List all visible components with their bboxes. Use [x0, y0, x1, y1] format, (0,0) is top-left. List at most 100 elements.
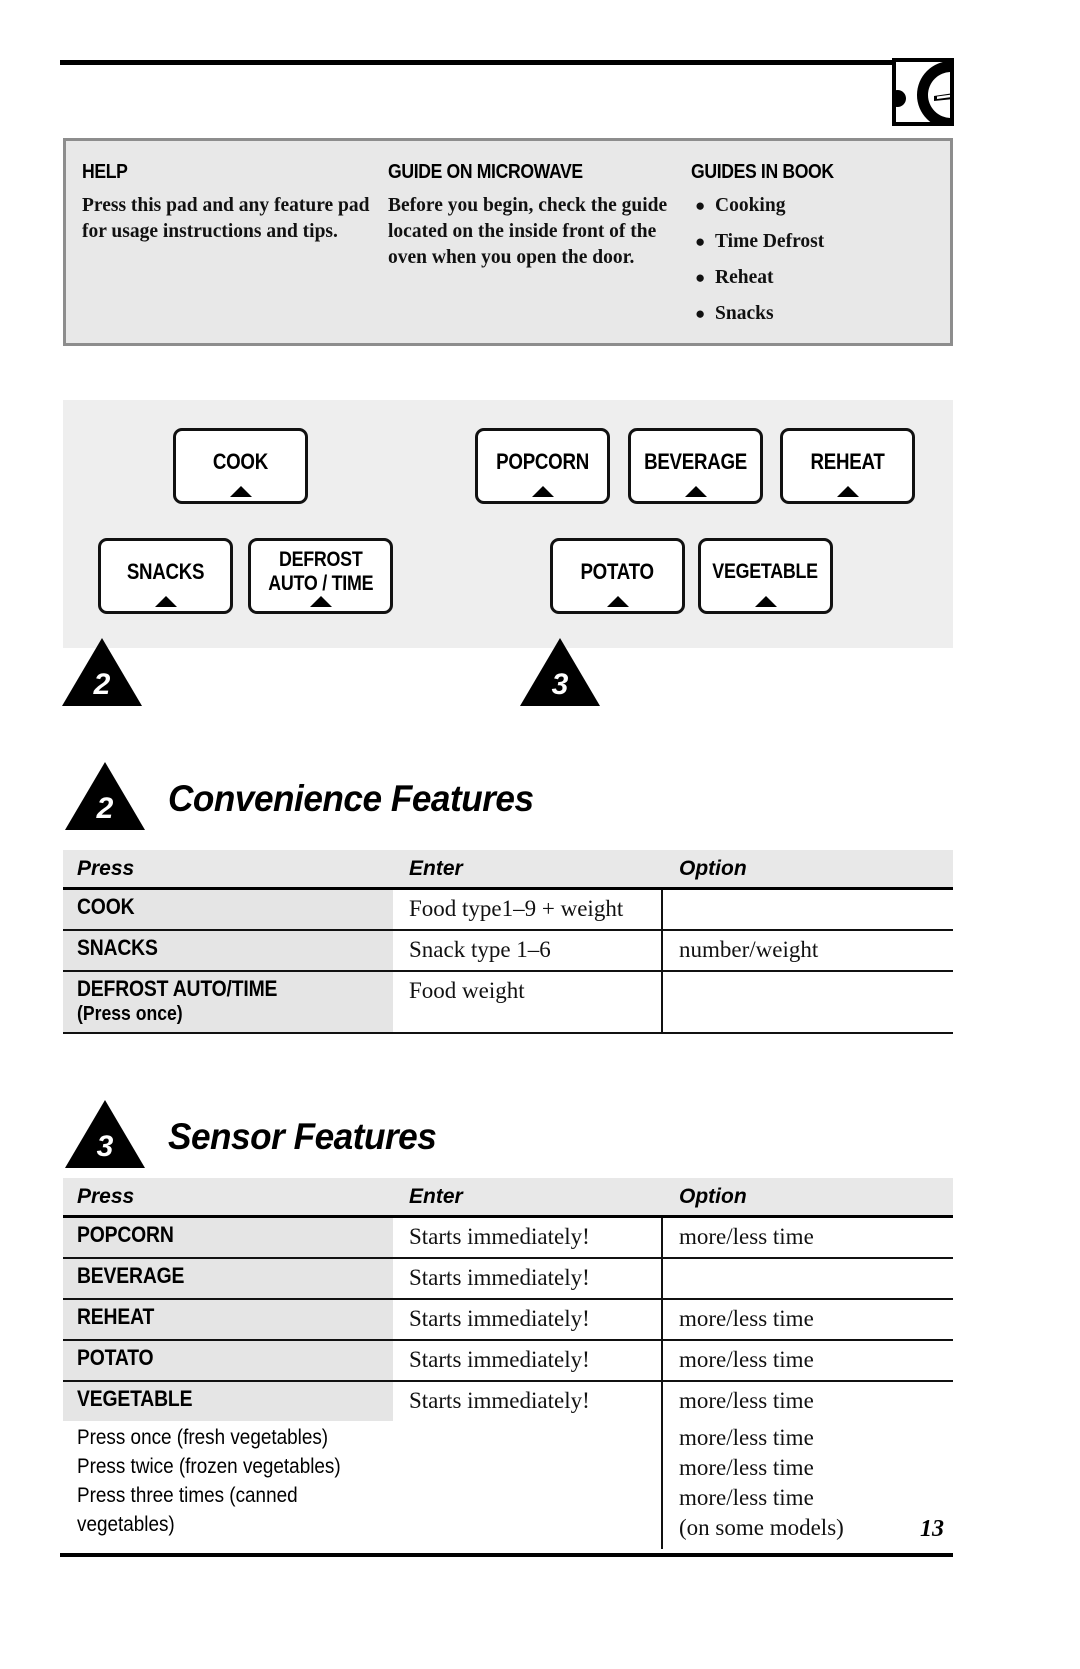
vegetable-option: more/less time: [679, 1485, 814, 1510]
bullet-icon: ●: [695, 304, 706, 323]
pad-label: POPCORN: [496, 449, 589, 474]
section-heading-sensor: 3 Sensor Features: [63, 1100, 663, 1168]
row-enter-value: Food weight: [409, 978, 525, 1003]
row-press-label: BEVERAGE: [77, 1263, 185, 1288]
pad-button-potato[interactable]: POTATO: [550, 538, 685, 614]
column-header-press: Press: [77, 1184, 135, 1208]
row-press-label: COOK: [77, 894, 135, 919]
table-row: SNACKS Snack type 1–6 number/weight: [63, 931, 953, 972]
table-row: VEGETABLE Starts immediately! more/less …: [63, 1382, 953, 1421]
section-badge-number: 2: [96, 792, 114, 825]
section-heading-convenience: 2 Convenience Features: [63, 762, 663, 830]
column-header-option: Option: [679, 856, 747, 880]
list-item: ● Reheat: [691, 265, 946, 291]
column-header-enter: Enter: [409, 1184, 463, 1208]
guides-list: ● Cooking ● Time Defrost ● Reheat ● Snacks: [691, 193, 946, 327]
row-press-label: SNACKS: [77, 935, 158, 960]
control-pad-panel: COOK POPCORN BEVERAGE REHEAT SNACKS DEFR…: [63, 400, 953, 648]
section-title: Sensor Features: [168, 1116, 437, 1157]
section-badge-number: 3: [96, 1130, 114, 1163]
callout-number: 2: [93, 668, 111, 701]
table-sensor-features: Press Enter Option POPCORN Starts immedi…: [63, 1178, 953, 1549]
row-enter-value: Starts immediately!: [409, 1347, 590, 1372]
bullet-icon: ●: [695, 196, 706, 215]
pad-button-cook[interactable]: COOK: [173, 428, 308, 504]
column-header-press: Press: [77, 856, 135, 880]
table-row: BEVERAGE Starts immediately!: [63, 1259, 953, 1300]
info-body: Before you begin, check the guide locate…: [388, 195, 668, 268]
table-header-row: Press Enter Option: [63, 850, 953, 890]
pad-pointer-icon: [606, 596, 629, 607]
manual-page: HELP Press this pad and any feature pad …: [0, 0, 1080, 1669]
list-item-label: Snacks: [715, 303, 774, 324]
table-row: REHEAT Starts immediately! more/less tim…: [63, 1300, 953, 1341]
pad-pointer-icon: [754, 596, 777, 607]
vegetable-extra-notes: Press once (fresh vegetables) Press twic…: [63, 1421, 953, 1549]
pad-pointer-icon: [229, 486, 252, 497]
vegetable-option: more/less time: [679, 1425, 814, 1450]
pad-pointer-icon: [836, 486, 859, 497]
row-option-value: more/less time: [679, 1306, 814, 1331]
table-header-row: Press Enter Option: [63, 1178, 953, 1218]
row-press-label: VEGETABLE: [77, 1386, 193, 1411]
list-item: ● Time Defrost: [691, 229, 946, 255]
info-column-help: HELP Press this pad and any feature pad …: [82, 161, 382, 245]
vegetable-option-note: (on some models): [679, 1515, 844, 1540]
vegetable-note: Press three times (canned vegetables): [77, 1484, 298, 1536]
list-item-label: Cooking: [715, 195, 786, 216]
row-press-label: POTATO: [77, 1345, 154, 1370]
pad-pointer-icon: [154, 596, 177, 607]
row-enter-value: Snack type 1–6: [409, 937, 551, 962]
row-enter-value: Starts immediately!: [409, 1306, 590, 1331]
pad-button-snacks[interactable]: SNACKS: [98, 538, 233, 614]
pad-button-popcorn[interactable]: POPCORN: [475, 428, 610, 504]
info-box: HELP Press this pad and any feature pad …: [63, 138, 953, 346]
row-option-value: more/less time: [679, 1388, 814, 1413]
callout-number: 3: [551, 668, 569, 701]
info-column-guide-on-microwave: GUIDE ON MICROWAVE Before you begin, che…: [388, 161, 688, 271]
ge-swirl-icon: [917, 62, 950, 122]
row-press-label: DEFROST AUTO/TIME: [77, 976, 278, 1001]
list-item: ● Cooking: [691, 193, 946, 219]
table-row: POPCORN Starts immediately! more/less ti…: [63, 1218, 953, 1259]
info-body: Press this pad and any feature pad for u…: [82, 195, 370, 242]
pad-button-defrost-auto-time[interactable]: DEFROST AUTO / TIME: [248, 538, 393, 614]
page-number: 13: [920, 1516, 944, 1542]
list-item: ● Snacks: [691, 301, 946, 327]
row-option-value: more/less time: [679, 1224, 814, 1249]
bullet-icon: ●: [695, 232, 706, 251]
row-enter-value: Starts immediately!: [409, 1388, 590, 1413]
pad-label: BEVERAGE: [644, 449, 747, 474]
vegetable-option: more/less time: [679, 1455, 814, 1480]
table-row: COOK Food type1–9 + weight: [63, 890, 953, 931]
row-enter-value: Starts immediately!: [409, 1265, 590, 1290]
row-press-label: REHEAT: [77, 1304, 155, 1329]
table-row: POTATO Starts immediately! more/less tim…: [63, 1341, 953, 1382]
pad-button-beverage[interactable]: BEVERAGE: [628, 428, 763, 504]
pad-label: VEGETABLE: [712, 560, 819, 583]
ge-monogram-logo: [892, 58, 954, 126]
pad-pointer-icon: [684, 486, 707, 497]
row-press-sublabel: (Press once): [77, 1003, 183, 1025]
info-column-guides-in-book: GUIDES IN BOOK ● Cooking ● Time Defrost ● R…: [691, 161, 946, 337]
bullet-icon: ●: [695, 268, 706, 287]
pad-button-reheat[interactable]: REHEAT: [780, 428, 915, 504]
table-convenience-features: Press Enter Option COOK Food type1–9 + w…: [63, 850, 953, 1034]
pad-pointer-icon: [309, 596, 332, 607]
row-enter-value: Food type1–9 + weight: [409, 896, 624, 921]
column-header-option: Option: [679, 1184, 747, 1208]
vegetable-note: Press twice (frozen vegetables): [77, 1455, 341, 1478]
info-heading: GUIDES IN BOOK: [691, 161, 834, 183]
row-press-label: POPCORN: [77, 1222, 174, 1247]
column-header-enter: Enter: [409, 856, 463, 880]
footer-rule: [60, 1553, 953, 1557]
pad-pointer-icon: [531, 486, 554, 497]
pad-label: POTATO: [580, 559, 655, 584]
pad-label: SNACKS: [126, 559, 205, 584]
list-item-label: Reheat: [715, 267, 774, 288]
header-rule: [60, 60, 892, 65]
section-title: Convenience Features: [168, 778, 534, 819]
pad-button-vegetable[interactable]: VEGETABLE: [698, 538, 833, 614]
row-option-value: number/weight: [679, 937, 819, 962]
pad-label: DEFROST AUTO / TIME: [268, 548, 373, 595]
